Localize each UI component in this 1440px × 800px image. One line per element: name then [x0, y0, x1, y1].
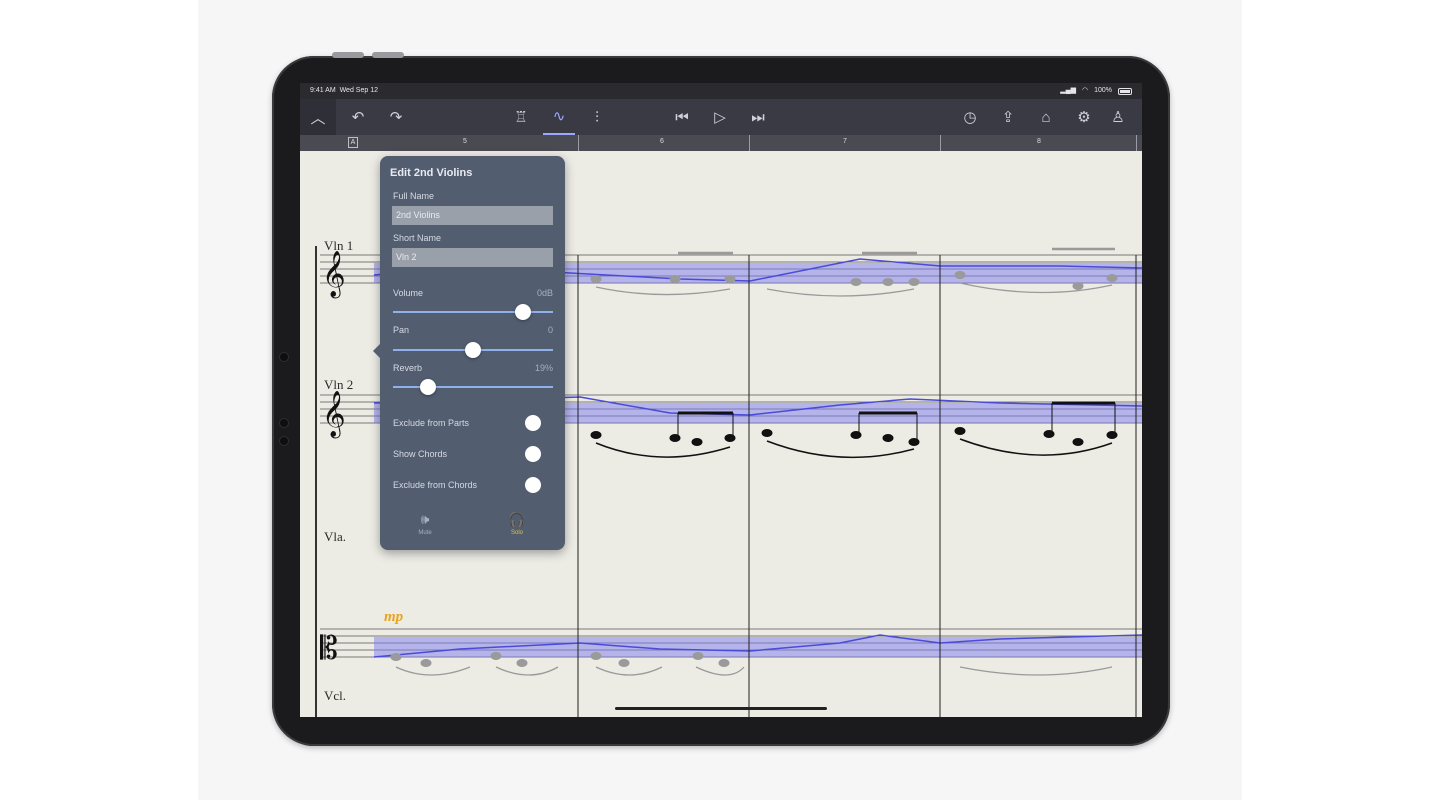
signal-icon: ▂▄▆: [1060, 87, 1076, 94]
staff-label-vla: Vla.: [324, 529, 347, 544]
metronome-icon[interactable]: ♖: [505, 99, 537, 135]
curve-icon[interactable]: ∿: [543, 99, 575, 135]
reverb-slider[interactable]: [393, 379, 553, 395]
measure-number: 5: [463, 138, 467, 145]
pan-label: Pan: [393, 325, 410, 335]
reverb-slider-knob[interactable]: [420, 379, 437, 395]
staff-label-vln2: Vln 2: [324, 377, 354, 392]
measure-number: 7: [843, 138, 847, 145]
exclude-parts-label: Exclude from Parts: [393, 418, 470, 428]
short-name-field[interactable]: [392, 248, 553, 267]
redo-icon[interactable]: ↷: [380, 99, 412, 135]
play-icon[interactable]: ▷: [704, 99, 736, 135]
exclude-chords-toggle[interactable]: [525, 477, 541, 493]
popover-footer: 🕪 Mute 🎧 Solo: [380, 508, 565, 550]
short-name-label: Short Name: [393, 233, 442, 243]
rehearsal-marker[interactable]: A: [348, 137, 358, 148]
skip-forward-icon[interactable]: ⏭: [742, 99, 774, 135]
edit-instrument-popover: Edit 2nd Violins Full Name Short Name Vo…: [373, 156, 565, 550]
toolbar: ︿ ↶ ↷ ♖ ∿ ⫶ ⏮ ▷ ⏭ ◷ ⇪ ⌂ ⚙ ♙: [300, 99, 1142, 135]
alto-clef-icon: 𝄡: [320, 629, 338, 667]
volume-slider[interactable]: [393, 304, 553, 320]
mute-label: Mute: [418, 530, 432, 536]
gear-icon[interactable]: ⚙: [1068, 99, 1100, 135]
status-bar: 9:41 AM Wed Sep 12 ▂▄▆ ◠ 100%: [300, 83, 1142, 99]
treble-clef-icon: 𝄞: [322, 391, 346, 439]
reverb-value: 19%: [534, 363, 553, 373]
solo-label: Solo: [510, 530, 523, 536]
camera-dot: [279, 352, 289, 362]
volume-slider-knob[interactable]: [515, 304, 532, 320]
person-icon[interactable]: ♙: [1102, 99, 1134, 135]
undo-icon[interactable]: ↶: [342, 99, 374, 135]
stage: 9:41 AM Wed Sep 12 ▂▄▆ ◠ 100% ︿ ↶ ↷ ♖ ∿ …: [0, 0, 1440, 800]
exclude-parts-toggle[interactable]: [525, 415, 541, 431]
solo-button[interactable]: 🎧 Solo: [472, 508, 562, 550]
clock-icon[interactable]: ◷: [954, 99, 986, 135]
timeline-ruler[interactable]: A 5 6 7 8: [300, 135, 1142, 151]
ruler-bar-line: [749, 135, 750, 151]
status-date: Wed Sep 12: [339, 87, 378, 94]
share-icon[interactable]: ⇪: [992, 99, 1024, 135]
reverb-label: Reverb: [393, 363, 423, 373]
home-indicator[interactable]: [615, 707, 827, 710]
exclude-chords-label: Exclude from Chords: [393, 480, 478, 490]
battery-icon: [1118, 87, 1132, 95]
volume-button: [372, 52, 404, 58]
skip-back-icon[interactable]: ⏮: [666, 99, 698, 135]
pan-slider[interactable]: [393, 342, 553, 358]
full-name-label: Full Name: [393, 191, 435, 201]
ruler-bar-line: [1136, 135, 1137, 151]
measure-number: 6: [660, 138, 664, 145]
full-name-field[interactable]: [392, 206, 553, 225]
speaker-icon: 🕪: [420, 511, 430, 527]
popover-title: Edit 2nd Violins: [390, 167, 473, 179]
dynamic-marking[interactable]: mp: [384, 609, 403, 626]
camera-dot: [279, 436, 289, 446]
mute-button[interactable]: 🕪 Mute: [380, 508, 470, 550]
show-chords-label: Show Chords: [393, 449, 448, 459]
pan-slider-knob[interactable]: [465, 342, 481, 358]
wifi-icon: ◠: [1081, 87, 1089, 94]
staff-label-vln1: Vln 1: [324, 238, 354, 253]
ruler-bar-line: [940, 135, 941, 151]
battery-percent: 100%: [1094, 87, 1112, 94]
ruler-bar-line: [578, 135, 579, 151]
staff-label-vcl: Vcl.: [324, 688, 347, 703]
measure-number: 8: [1037, 138, 1041, 145]
chevron-up-icon[interactable]: ︿: [300, 99, 336, 135]
volume-label: Volume: [393, 288, 424, 298]
camera-dot: [279, 418, 289, 428]
home-icon[interactable]: ⌂: [1030, 99, 1062, 135]
volume-button: [332, 52, 364, 58]
mixer-icon[interactable]: ⫶: [581, 99, 613, 135]
volume-value: 0dB: [536, 288, 553, 298]
status-time: 9:41 AM: [310, 87, 336, 94]
headphones-icon: 🎧: [508, 511, 526, 527]
pan-value: 0: [547, 325, 553, 335]
show-chords-toggle[interactable]: [525, 446, 541, 462]
treble-clef-icon: 𝄞: [322, 251, 346, 299]
